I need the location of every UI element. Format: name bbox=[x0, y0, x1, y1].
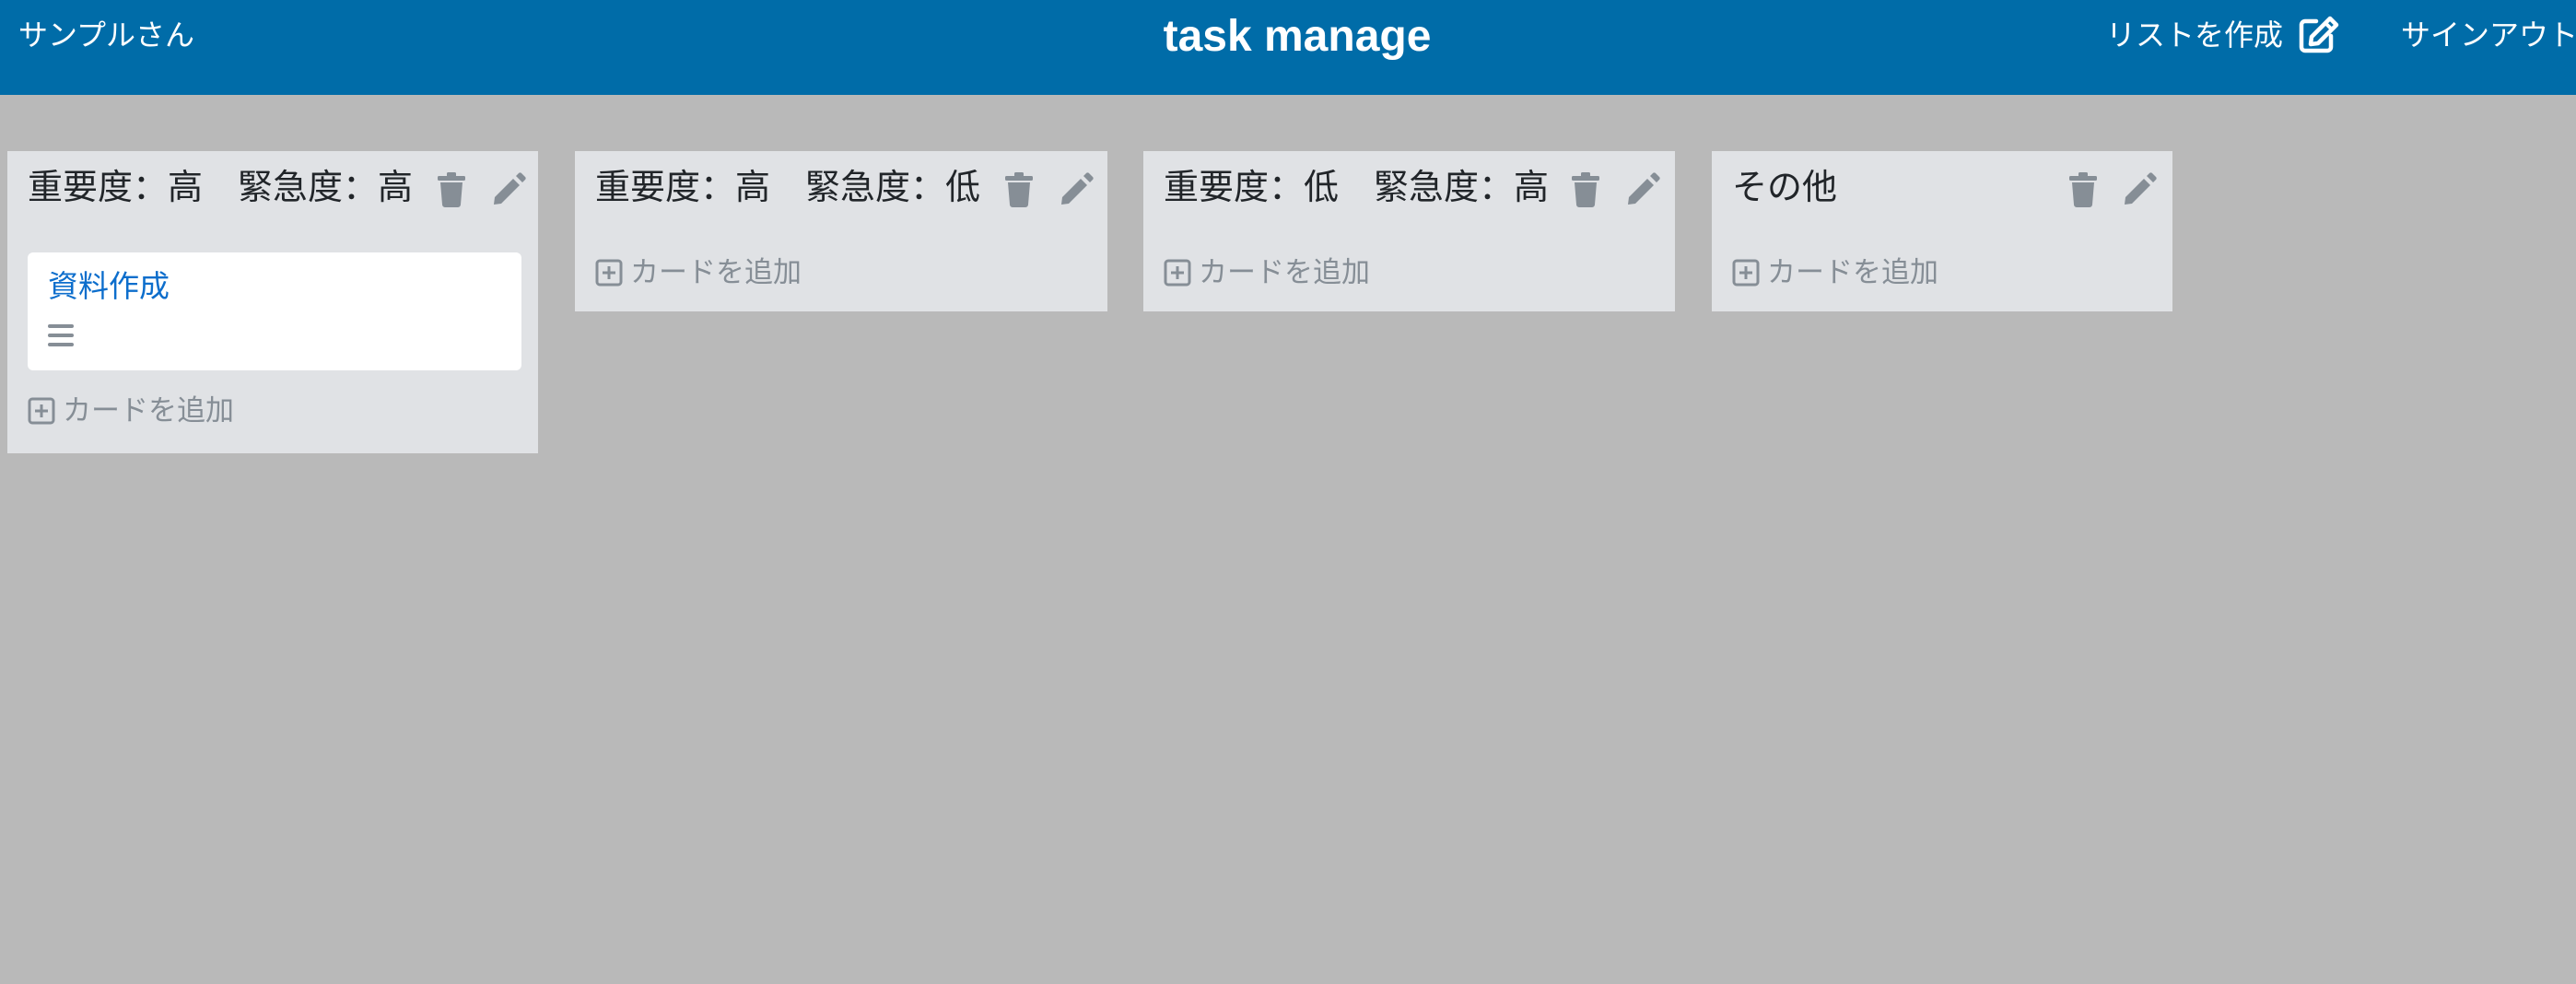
trash-icon[interactable] bbox=[431, 170, 472, 210]
plus-square-icon bbox=[595, 259, 623, 287]
list-column: 重要度：高 緊急度：低 カードを追加 bbox=[575, 151, 1107, 311]
pencil-icon[interactable] bbox=[1622, 170, 1663, 210]
list-header: 重要度：低 緊急度：高 bbox=[1143, 151, 1675, 228]
trash-icon[interactable] bbox=[1565, 170, 1606, 210]
list-header: 重要度：高 緊急度：低 bbox=[575, 151, 1107, 228]
list-column: その他 カードを追加 bbox=[1712, 151, 2172, 311]
list-title[interactable]: 重要度：低 緊急度：高 bbox=[1164, 164, 1549, 210]
list-column: 重要度：高 緊急度：高 資料作成 カードを追加 bbox=[7, 151, 538, 453]
list-column: 重要度：低 緊急度：高 カードを追加 bbox=[1143, 151, 1675, 311]
add-card-button[interactable]: カードを追加 bbox=[1732, 254, 1938, 291]
sign-out-link[interactable]: サインアウト bbox=[2401, 17, 2576, 53]
list-header: その他 bbox=[1712, 151, 2172, 228]
add-card-button[interactable]: カードを追加 bbox=[28, 392, 234, 429]
create-list-button[interactable]: リストを作成 bbox=[2106, 13, 2340, 57]
plus-square-icon bbox=[1732, 259, 1760, 287]
add-card-label: カードを追加 bbox=[63, 394, 234, 428]
list-title[interactable]: 重要度：高 緊急度：高 bbox=[28, 164, 413, 210]
list-title[interactable]: その他 bbox=[1732, 164, 1837, 210]
pencil-icon[interactable] bbox=[1056, 170, 1096, 210]
trash-icon[interactable] bbox=[999, 170, 1039, 210]
list-title[interactable]: 重要度：高 緊急度：低 bbox=[595, 164, 980, 210]
pencil-icon[interactable] bbox=[2119, 170, 2160, 210]
card-title[interactable]: 資料作成 bbox=[48, 267, 170, 306]
list-header: 重要度：高 緊急度：高 bbox=[7, 151, 538, 228]
add-card-label: カードを追加 bbox=[1767, 256, 1938, 289]
create-list-label: リストを作成 bbox=[2106, 18, 2284, 53]
add-card-button[interactable]: カードを追加 bbox=[1164, 254, 1370, 291]
add-card-button[interactable]: カードを追加 bbox=[595, 254, 802, 291]
add-card-label: カードを追加 bbox=[630, 256, 802, 289]
add-card-label: カードを追加 bbox=[1199, 256, 1370, 289]
trash-icon[interactable] bbox=[2063, 170, 2103, 210]
card[interactable]: 資料作成 bbox=[28, 252, 521, 370]
plus-square-icon bbox=[28, 397, 55, 425]
pencil-icon[interactable] bbox=[488, 170, 529, 210]
navbar: サンプルさん task manage リストを作成 サインアウト bbox=[0, 0, 2576, 95]
bars-icon bbox=[48, 324, 76, 348]
plus-square-icon bbox=[1164, 259, 1191, 287]
edit-square-icon bbox=[2298, 16, 2340, 54]
